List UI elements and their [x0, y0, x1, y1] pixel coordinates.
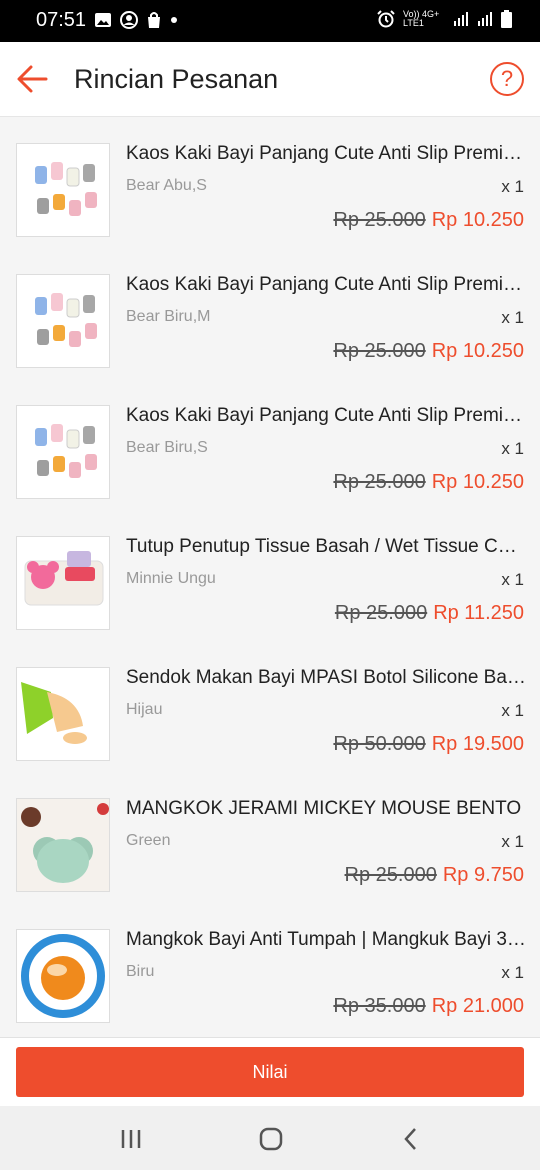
- discounted-price: Rp 21.000: [431, 995, 524, 1017]
- product-variant: Bear Biru,S: [126, 439, 208, 456]
- original-price: Rp 25.000: [333, 340, 426, 362]
- gallery-icon: [95, 13, 111, 27]
- product-image: [17, 406, 109, 498]
- arrow-left-icon[interactable]: [14, 62, 50, 96]
- product-thumbnail[interactable]: [16, 929, 110, 1023]
- discounted-price: Rp 11.250: [433, 602, 524, 624]
- price-line: Rp 50.000 Rp 19.500: [333, 733, 524, 756]
- discounted-price: Rp 19.500: [431, 733, 524, 755]
- price-line: Rp 25.000 Rp 9.750: [345, 864, 524, 887]
- signal-icon: [478, 12, 492, 26]
- discounted-price: Rp 9.750: [442, 864, 524, 886]
- status-time: 07:51: [36, 9, 87, 31]
- shopping-bag-icon: [148, 12, 160, 28]
- product-name: Tutup Penutup Tissue Basah / Wet Tissue …: [126, 536, 526, 557]
- original-price: Rp 25.000: [333, 471, 426, 493]
- product-image: [17, 275, 109, 367]
- product-image: [17, 930, 109, 1022]
- product-thumbnail[interactable]: [16, 274, 110, 368]
- product-quantity: x 1: [501, 570, 524, 589]
- product-thumbnail[interactable]: [16, 405, 110, 499]
- original-price: Rp 25.000: [333, 209, 426, 231]
- price-line: Rp 25.000 Rp 10.250: [333, 471, 524, 494]
- product-variant: Green: [126, 832, 171, 849]
- product-thumbnail[interactable]: [16, 798, 110, 892]
- dot-icon: [171, 17, 177, 23]
- page-title: Rincian Pesanan: [74, 64, 279, 94]
- status-bar: 07:51 Vo)) 4G+ LTE1: [0, 0, 540, 42]
- order-item[interactable]: Kaos Kaki Bayi Panjang Cute Anti Slip Pr…: [0, 248, 540, 379]
- network-label: Vo)) 4G+ LTE1: [403, 9, 440, 28]
- product-name: Kaos Kaki Bayi Panjang Cute Anti Slip Pr…: [126, 405, 526, 426]
- product-quantity: x 1: [501, 177, 524, 196]
- product-thumbnail[interactable]: [16, 667, 110, 761]
- app-bar: Rincian Pesanan ?: [0, 42, 540, 117]
- original-price: Rp 25.000: [344, 864, 437, 886]
- discounted-price: Rp 10.250: [431, 471, 524, 493]
- signal-icon: [454, 12, 468, 26]
- product-name: MANGKOK JERAMI MICKEY MOUSE BENTO: [126, 798, 522, 819]
- product-name: Mangkok Bayi Anti Tumpah | Mangkuk Bayi …: [126, 929, 526, 950]
- original-price: Rp 35.000: [333, 995, 426, 1017]
- product-variant: Biru: [126, 963, 155, 980]
- product-variant: Bear Abu,S: [126, 177, 207, 194]
- product-variant: Minnie Ungu: [126, 570, 216, 587]
- alarm-icon: [377, 10, 395, 28]
- rate-button[interactable]: Nilai: [16, 1047, 524, 1097]
- product-thumbnail[interactable]: [16, 536, 110, 630]
- product-image: [17, 668, 109, 760]
- price-line: Rp 35.000 Rp 21.000: [333, 995, 524, 1018]
- price-line: Rp 25.000 Rp 10.250: [333, 340, 524, 363]
- product-name: Sendok Makan Bayi MPASI Botol Silicone B…: [126, 667, 526, 688]
- original-price: Rp 50.000: [333, 733, 426, 755]
- order-item[interactable]: MANGKOK JERAMI MICKEY MOUSE BENTO Green x …: [0, 772, 540, 903]
- order-item[interactable]: Kaos Kaki Bayi Panjang Cute Anti Slip Pr…: [0, 117, 540, 248]
- battery-icon: [501, 10, 512, 28]
- recents-icon[interactable]: [116, 1124, 146, 1154]
- discounted-price: Rp 10.250: [431, 209, 524, 231]
- price-line: Rp 25.000 Rp 10.250: [333, 209, 524, 232]
- product-quantity: x 1: [501, 308, 524, 327]
- product-name: Kaos Kaki Bayi Panjang Cute Anti Slip Pr…: [126, 143, 526, 164]
- product-thumbnail[interactable]: [16, 143, 110, 237]
- order-item[interactable]: Sendok Makan Bayi MPASI Botol Silicone B…: [0, 641, 540, 772]
- product-quantity: x 1: [501, 832, 524, 851]
- product-variant: Hijau: [126, 701, 163, 718]
- order-item[interactable]: Kaos Kaki Bayi Panjang Cute Anti Slip Pr…: [0, 379, 540, 510]
- original-price: Rp 25.000: [334, 602, 428, 624]
- account-icon: [120, 11, 138, 29]
- chevron-left-icon[interactable]: [396, 1124, 426, 1154]
- system-nav-bar: [0, 1106, 540, 1170]
- product-image: [17, 799, 109, 891]
- product-quantity: x 1: [501, 963, 524, 982]
- order-item[interactable]: Mangkok Bayi Anti Tumpah | Mangkuk Bayi …: [0, 903, 540, 1034]
- product-image: [17, 537, 109, 629]
- footer: Nilai: [0, 1037, 540, 1106]
- product-quantity: x 1: [501, 439, 524, 458]
- price-line: Rp 25.000 Rp 11.250: [335, 602, 524, 625]
- home-icon[interactable]: [256, 1124, 286, 1154]
- product-image: [17, 144, 109, 236]
- order-item-list: Kaos Kaki Bayi Panjang Cute Anti Slip Pr…: [0, 117, 540, 1037]
- order-item[interactable]: Tutup Penutup Tissue Basah / Wet Tissue …: [0, 510, 540, 641]
- product-quantity: x 1: [501, 701, 524, 720]
- question-circle-icon[interactable]: ?: [490, 62, 524, 96]
- product-variant: Bear Biru,M: [126, 308, 211, 325]
- product-name: Kaos Kaki Bayi Panjang Cute Anti Slip Pr…: [126, 274, 526, 295]
- discounted-price: Rp 10.250: [431, 340, 524, 362]
